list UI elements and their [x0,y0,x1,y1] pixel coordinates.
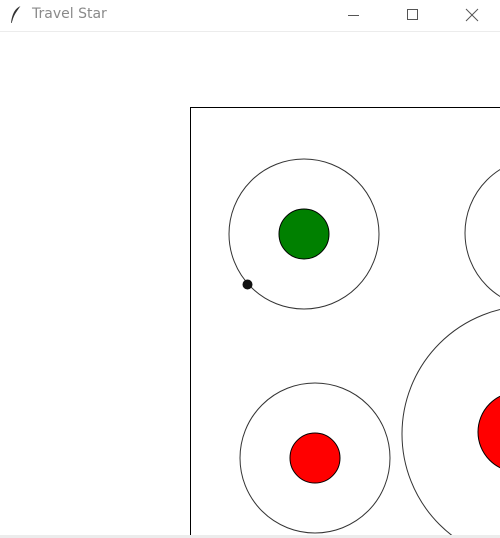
game-scene [190,107,500,538]
game-canvas[interactable] [0,32,500,538]
close-button[interactable] [449,0,495,31]
title-bar: Travel Star [0,0,500,32]
home-planet[interactable] [278,208,330,260]
app-window: Travel Star [0,0,500,538]
maximize-button[interactable] [389,0,435,31]
minimize-icon [348,15,359,16]
target-planet[interactable] [289,432,341,484]
minimize-button[interactable] [330,0,376,31]
feather-icon [11,5,22,24]
large-target-planet[interactable] [477,392,500,472]
close-icon [465,8,479,22]
window-title: Travel Star [32,6,107,22]
maximize-icon [407,9,418,20]
player-ship[interactable] [242,279,253,290]
planet-orbit-top-right [464,168,500,298]
